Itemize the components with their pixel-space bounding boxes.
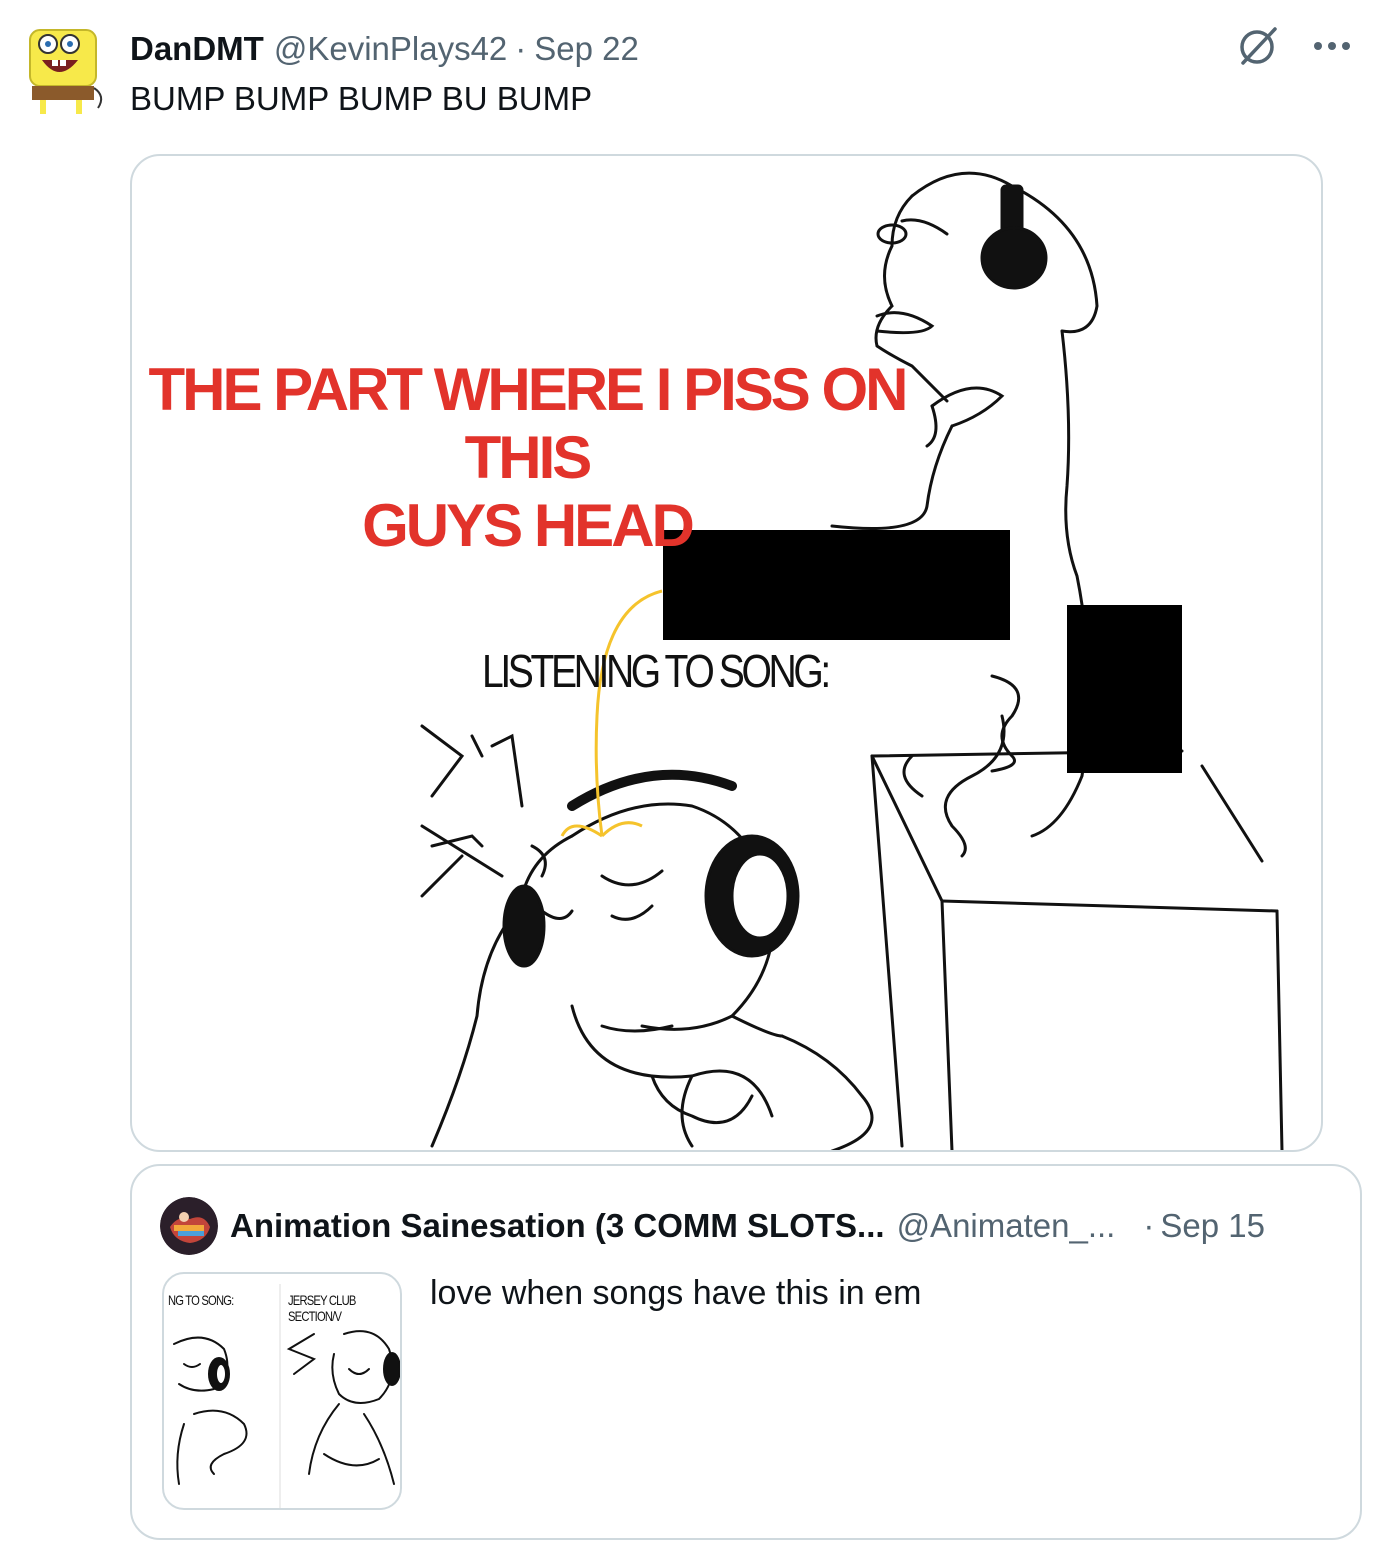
meme-caption-line-2: GUYS HEAD <box>362 492 695 559</box>
more-icon[interactable] <box>1308 22 1356 70</box>
quoted-handle[interactable]: @Animaten_... <box>897 1207 1116 1245</box>
meme-caption-listening: LISTENING TO SONG: <box>482 645 831 697</box>
thumb-label-right: JERSEY CLUB SECTION/V <box>288 1292 356 1324</box>
post-header: DanDMT @KevinPlays42 · Sep 22 <box>130 26 639 72</box>
post-text: BUMP BUMP BUMP BU BUMP <box>130 80 593 117</box>
quoted-display-name[interactable]: Animation Sainesation (3 COMM SLOTS... <box>230 1207 885 1245</box>
post-media-image[interactable]: THE PART WHERE I PISS ON THIS GUYS HEAD … <box>130 154 1323 1152</box>
thumb-label-left: NG TO SONG: <box>168 1292 234 1308</box>
quoted-author-avatar[interactable] <box>160 1197 218 1255</box>
header-actions <box>1234 22 1356 70</box>
author-avatar[interactable] <box>22 22 108 122</box>
header-separator: · <box>515 30 527 67</box>
quoted-date[interactable]: Sep 15 <box>1160 1207 1265 1245</box>
quoted-media-thumbnail[interactable]: NG TO SONG: JERSEY CLUB SECTION/V <box>162 1272 402 1510</box>
quoted-separator: · <box>1143 1207 1155 1244</box>
meme-caption-red: THE PART WHERE I PISS ON THIS GUYS HEAD <box>132 356 922 560</box>
quoted-text: love when songs have this in em <box>430 1274 922 1312</box>
grok-icon[interactable] <box>1234 22 1282 70</box>
author-display-name[interactable]: DanDMT <box>130 30 264 68</box>
post-date[interactable]: Sep 22 <box>534 30 639 68</box>
meme-caption-line-1: THE PART WHERE I PISS ON THIS <box>148 356 909 491</box>
author-handle[interactable]: @KevinPlays42 <box>274 30 507 68</box>
quoted-post[interactable]: Animation Sainesation (3 COMM SLOTS... @… <box>130 1164 1362 1540</box>
quoted-header: Animation Sainesation (3 COMM SLOTS... @… <box>160 1194 1332 1258</box>
